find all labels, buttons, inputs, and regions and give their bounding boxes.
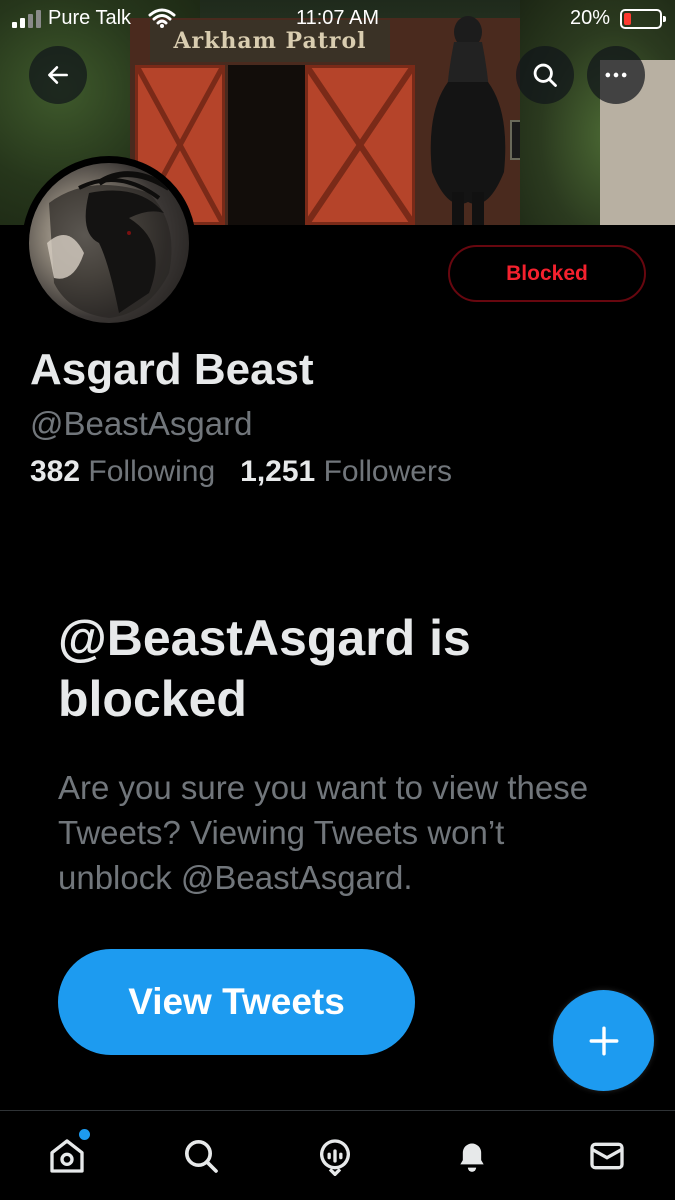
blocked-message: Are you sure you want to view these Twee… (58, 769, 589, 896)
followers-count: 1,251 (240, 455, 316, 488)
more-button[interactable] (587, 46, 645, 104)
compose-tweet-button[interactable] (553, 990, 654, 1091)
spaces-icon (320, 1139, 350, 1176)
nav-notifications[interactable] (447, 1131, 497, 1181)
plus-icon (589, 1026, 618, 1055)
nav-home[interactable] (42, 1129, 92, 1181)
status-bar: Pure Talk 11:07 AM 20% (0, 0, 675, 36)
search-icon (533, 63, 557, 87)
blocked-button[interactable]: Blocked (448, 245, 646, 302)
profile-stats: 382 Following 1,251 Followers (30, 455, 452, 489)
battery-nub (663, 16, 666, 22)
banner-doorway (228, 65, 305, 225)
battery-fill (624, 13, 631, 25)
followers-label: Followers (323, 455, 452, 488)
battery-icon (620, 9, 666, 29)
search-button[interactable] (516, 46, 574, 104)
nav-spaces[interactable] (310, 1131, 360, 1181)
profile-handle: @BeastAsgard (30, 405, 253, 442)
mail-icon (590, 1142, 624, 1170)
following-count: 382 (30, 455, 81, 488)
bottom-nav (0, 1110, 675, 1200)
battery-percent: 20% (570, 7, 611, 29)
banner-door-right (305, 65, 415, 225)
home-icon (50, 1139, 84, 1173)
view-tweets-button[interactable]: View Tweets (58, 949, 415, 1055)
banner-figure (430, 16, 506, 225)
more-horizontal-icon (605, 72, 627, 78)
followers-link[interactable]: 1,251 Followers (240, 455, 452, 488)
display-name: Asgard Beast (30, 345, 314, 394)
arrow-left-icon (48, 66, 68, 84)
search-icon (185, 1140, 218, 1173)
nav-search[interactable] (176, 1131, 226, 1181)
nav-messages[interactable] (582, 1131, 632, 1181)
following-link[interactable]: 382 Following (30, 455, 215, 488)
avatar[interactable] (22, 156, 196, 330)
following-label: Following (88, 455, 216, 488)
home-badge-dot (79, 1129, 90, 1140)
back-button[interactable] (29, 46, 87, 104)
avatar-image (29, 163, 189, 323)
blocked-title: @BeastAsgard is blocked (58, 610, 471, 727)
bell-icon (460, 1143, 484, 1172)
